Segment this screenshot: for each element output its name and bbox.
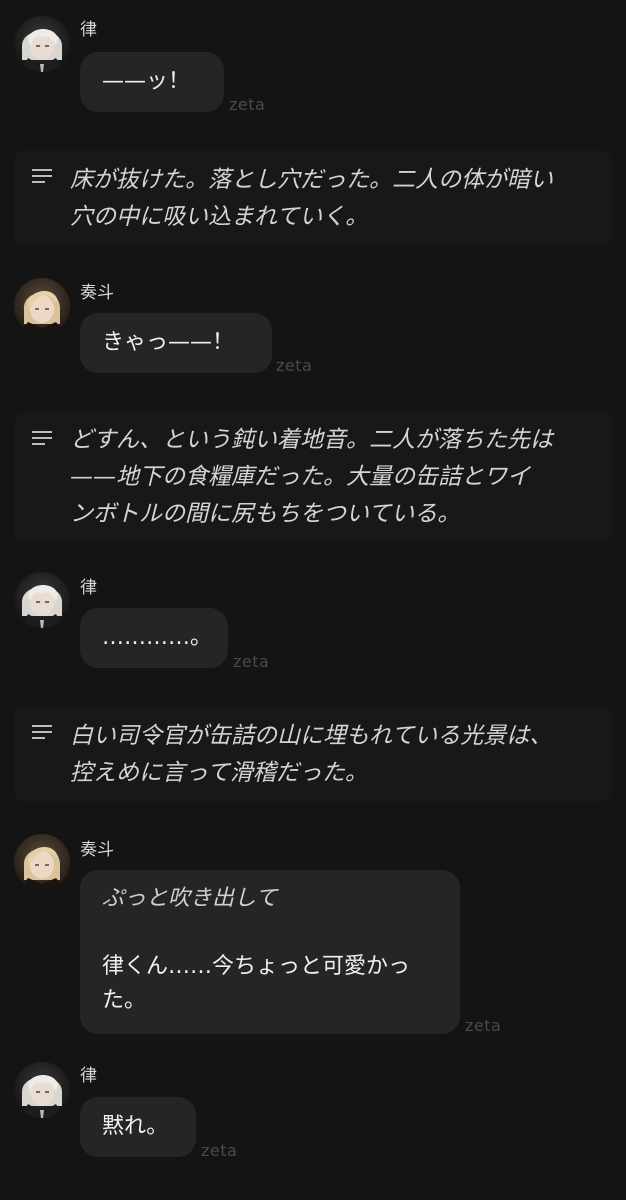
speaker-name: 律 [80, 20, 97, 40]
message-bubble: ぷっと吹き出して 律くん……今ちょっと可愛かっ た。 [80, 870, 460, 1034]
message-text: 律くん……今ちょっと可愛かっ [102, 954, 411, 979]
message-text: …………。 [102, 625, 213, 650]
message-bubble: 黙れ。 [80, 1097, 196, 1157]
narration-line: 床が抜けた。落とし穴だった。二人の体が暗い [70, 167, 553, 193]
avatar-image [14, 1062, 70, 1118]
message-text: た。 [102, 988, 147, 1013]
message-text: ——ッ！ [102, 69, 191, 94]
avatar-ritsu[interactable] [14, 1062, 70, 1118]
narration-block: 床が抜けた。落とし穴だった。二人の体が暗い 穴の中に吸い込まれていく。 [14, 150, 612, 246]
avatar-image [14, 834, 70, 890]
zeta-watermark: zeta [229, 95, 266, 114]
action-text: ぷっと吹き出して [102, 886, 278, 911]
narration-line: 控えめに言って滑稽だった。 [70, 760, 368, 786]
speaker-name: 奏斗 [80, 283, 114, 303]
message-bubble: ——ッ！ [80, 52, 224, 112]
narration-lines-icon [32, 430, 52, 446]
avatar-image [14, 16, 70, 72]
narration-lines-icon [32, 168, 52, 184]
zeta-watermark: zeta [233, 652, 270, 671]
avatar-image [14, 278, 70, 334]
speaker-name: 律 [80, 1066, 97, 1086]
narration-line: どすん、という鈍い着地音。二人が落ちた先は [70, 427, 553, 453]
narration-line: ——地下の食糧庫だった。大量の缶詰とワイ [70, 464, 530, 490]
avatar-kanato[interactable] [14, 278, 70, 334]
message-bubble: …………。 [80, 608, 228, 668]
narration-text: 床が抜けた。落とし穴だった。二人の体が暗い 穴の中に吸い込まれていく。 [70, 162, 553, 236]
zeta-watermark: zeta [276, 356, 313, 375]
narration-text: 白い司令官が缶詰の山に埋もれている光景は、 控えめに言って滑稽だった。 [70, 718, 552, 792]
narration-line: 白い司令官が缶詰の山に埋もれている光景は、 [70, 723, 553, 749]
avatar-image [14, 572, 70, 628]
avatar-kanato[interactable] [14, 834, 70, 890]
narration-lines-icon [32, 724, 52, 740]
avatar-ritsu[interactable] [14, 572, 70, 628]
message-text: きゃっ——！ [102, 330, 235, 355]
narration-block: 白い司令官が缶詰の山に埋もれている光景は、 控えめに言って滑稽だった。 [14, 706, 612, 802]
message-bubble: きゃっ——！ [80, 313, 272, 373]
narration-line: ンボトルの間に尻もちをついている。 [70, 501, 461, 527]
speaker-name: 律 [80, 578, 97, 598]
narration-block: どすん、という鈍い着地音。二人が落ちた先は ——地下の食糧庫だった。大量の缶詰と… [14, 412, 612, 542]
speaker-name: 奏斗 [80, 840, 114, 860]
zeta-watermark: zeta [201, 1141, 238, 1160]
narration-text: どすん、という鈍い着地音。二人が落ちた先は ——地下の食糧庫だった。大量の缶詰と… [70, 422, 553, 533]
message-text: 黙れ。 [102, 1114, 169, 1139]
avatar-ritsu[interactable] [14, 16, 70, 72]
narration-line: 穴の中に吸い込まれていく。 [70, 204, 369, 230]
zeta-watermark: zeta [465, 1016, 502, 1035]
